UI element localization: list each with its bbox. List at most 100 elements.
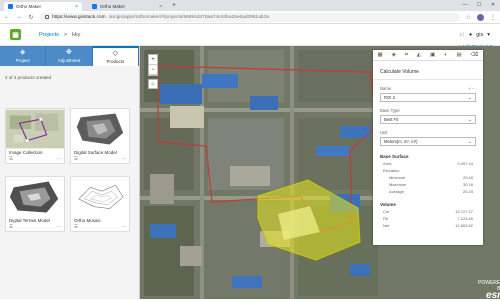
base-surface-heading: Base Surface [380,154,409,159]
adjustment-icon: ✥ [66,49,72,56]
chevron-down-icon: ⌄ [467,138,472,145]
tab-title: Ortho Maker [100,4,126,9]
url-field[interactable]: https://www.gisstack.com/arcgis/apps/ort… [40,12,460,22]
fill-row: Fill 7,123.45 [373,216,483,221]
more-options-icon[interactable]: ⋯ [122,156,127,162]
minimize-icon[interactable]: — [458,0,472,10]
username: gis [476,31,484,38]
print-icon[interactable]: ▤ [457,52,462,58]
reload-icon[interactable]: ↻ [28,14,34,21]
back-icon[interactable]: ← [4,14,10,20]
dsm-thumbnail [71,109,129,149]
area-row: Area 9,497.44 [373,161,483,166]
base-type-value: Best Fit [384,117,399,122]
fill-label: Fill [383,216,389,221]
more-options-icon[interactable]: ⋯ [122,224,127,230]
product-card-dtm[interactable]: Digital Terrain Model ☰ ⋯ [5,176,65,232]
user-menu[interactable]: ⁙ ● gis ▾ [459,31,490,39]
calculate-volume-panel: ▦ ◈ ⌗ ◭ ▣ ◐ ▤ ⌫ Calculate Volume Name + ⋯… [373,50,483,245]
maximize-icon[interactable]: ☐ [472,0,486,10]
app-logo-icon[interactable]: ▣ [10,29,21,40]
more-options-icon[interactable]: ⋯ [57,156,62,162]
more-options-icon[interactable]: ⋯ [57,224,62,230]
app-launcher-icon[interactable]: ⁙ [459,31,465,39]
minimum-row: Minimum 20.40 [373,175,483,180]
fill-value: 7,123.45 [457,216,473,221]
forward-icon[interactable]: → [16,14,22,20]
add-icon[interactable]: + ⋯ [468,86,476,91]
home-button[interactable]: ⌂ [148,79,158,89]
product-list-icon[interactable]: ☰ [9,224,13,230]
left-panel: ◈ Project ✥ Adjustment ◇ Products 4 of 4… [0,46,140,299]
breadcrumb: Projects > kky [39,32,80,38]
product-card-image-collection[interactable]: Image Collection ☰ ⋯ [5,108,65,164]
volume-icon[interactable]: ▣ [430,52,435,58]
url-path: /arcgis/apps/orthomaker/#/projects/56894… [108,14,269,20]
browser-tab-active[interactable]: Ortho Maker × [4,2,82,11]
bookmark-star-icon[interactable]: ☆ [466,14,471,21]
average-value: 25.34 [462,189,473,194]
product-card-dsm[interactable]: Digital Surface Model ☰ ⋯ [70,108,130,164]
maximum-value: 30.16 [462,182,473,187]
chevron-down-icon: ⌄ [467,94,472,101]
base-type-select[interactable]: Best Fit ⌄ [380,115,476,124]
name-select[interactable]: ROI 2 ⌄ [380,93,476,102]
unit-select[interactable]: Meters(m, m², m³) ⌄ [380,137,476,146]
new-tab-icon[interactable]: + [172,2,176,9]
product-name: Digital Surface Model [74,150,117,155]
tab-label: Adjustment [57,58,81,63]
measure-toolbar: ▦ ◈ ⌗ ◭ ▣ ◐ ▤ ⌫ [373,50,483,61]
area-label: Area [383,161,392,166]
basemap-icon[interactable]: ▦ [377,52,382,58]
chevron-down-icon: ⌄ [467,116,472,123]
address-bar-row: ← → ↻ https://www.gisstack.com/arcgis/ap… [0,11,500,24]
tab-products[interactable]: ◇ Products [92,46,139,66]
lock-icon [45,15,49,19]
elevation-label: Elevation [383,168,400,173]
net-row: Net 12,603.92 [373,223,483,228]
product-card-ortho-mosaic[interactable]: Ortho Mosaic ☰ ⋯ [70,176,130,232]
compare-icon[interactable]: ◐ [444,52,447,58]
app-header: ▣ Projects > kky ⁙ ● gis ▾ [0,24,500,46]
close-tab-icon[interactable]: × [75,4,78,10]
esri-logo: POWERED BY esri [478,280,500,301]
product-name: Image Collection [9,150,43,155]
name-value: ROI 2 [384,95,395,100]
delete-icon[interactable]: ⌫ [471,52,479,58]
cut-value: 19,727.37 [455,209,473,214]
chevron-down-icon: ▾ [487,31,490,38]
measure-icon[interactable]: ⌗ [405,52,408,59]
product-list-icon[interactable]: ☰ [9,156,13,162]
url-host: https://www.gisstack.com [52,14,106,20]
maximum-row: Maximum 30.16 [373,182,483,187]
ortho-mosaic-thumbnail [71,177,129,217]
image-collection-thumbnail [6,109,64,149]
products-icon: ◇ [112,50,119,57]
tab-label: Products [106,59,125,64]
net-label: Net [383,223,390,228]
tab-project[interactable]: ◈ Project [0,46,47,66]
zoom-control: + − [148,54,158,76]
profile-avatar[interactable] [477,13,484,21]
close-tab-icon[interactable]: × [159,4,162,10]
product-name: Digital Terrain Model [9,218,50,223]
project-icon: ◈ [19,49,26,56]
product-list-icon[interactable]: ☰ [74,224,78,230]
profile-icon[interactable]: ◭ [417,52,421,58]
zoom-out-button[interactable]: − [149,65,157,75]
tab-adjustment[interactable]: ✥ Adjustment [46,46,93,66]
user-avatar-icon: ● [468,31,473,38]
product-list-icon[interactable]: ☰ [74,156,78,162]
window-controls: — ☐ ✕ [458,0,500,10]
close-window-icon[interactable]: ✕ [486,0,500,10]
browser-menu-icon[interactable]: ⋮ [490,14,496,21]
breadcrumb-projects-link[interactable]: Projects [39,32,59,38]
base-type-label: Base Type [380,108,400,113]
unit-label: Unit [380,130,388,135]
layers-icon[interactable]: ◈ [392,52,396,58]
name-label: Name [380,86,392,91]
browser-tab[interactable]: Ortho Maker × [88,2,166,11]
tab-favicon-icon [8,4,13,9]
zoom-in-button[interactable]: + [149,55,157,65]
minimum-value: 20.40 [462,175,473,180]
